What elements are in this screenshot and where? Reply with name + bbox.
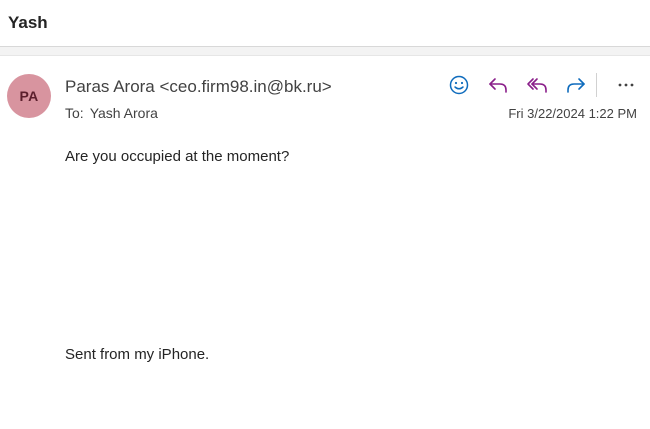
message-signature: Sent from my iPhone. [65, 346, 210, 363]
actions-divider [596, 73, 597, 97]
to-label: To: [65, 105, 84, 121]
emoji-reaction-icon [449, 75, 469, 95]
forward-icon [567, 78, 585, 93]
sender-name[interactable]: Paras Arora <ceo.firm98.in@bk.ru> [65, 77, 332, 97]
avatar-initials: PA [19, 88, 39, 104]
reply-icon [489, 78, 507, 93]
message-body-line: Are you occupied at the moment? [65, 148, 290, 165]
more-options-icon [618, 83, 634, 87]
recipient-name[interactable]: Yash Arora [90, 105, 158, 121]
reply-all-icon [527, 78, 547, 93]
forward-button[interactable] [562, 71, 590, 99]
message-actions [445, 71, 640, 99]
sender-avatar[interactable]: PA [7, 74, 51, 118]
header-separator [0, 47, 650, 56]
email-subject: Yash [8, 13, 48, 32]
reply-button[interactable] [484, 71, 512, 99]
sent-date: Fri 3/22/2024 1:22 PM [508, 106, 637, 121]
emoji-reaction-button[interactable] [445, 71, 473, 99]
subject-header: Yash [0, 0, 650, 47]
reply-all-button[interactable] [523, 71, 551, 99]
more-options-button[interactable] [612, 71, 640, 99]
recipient-line: To: Yash Arora [65, 105, 158, 121]
